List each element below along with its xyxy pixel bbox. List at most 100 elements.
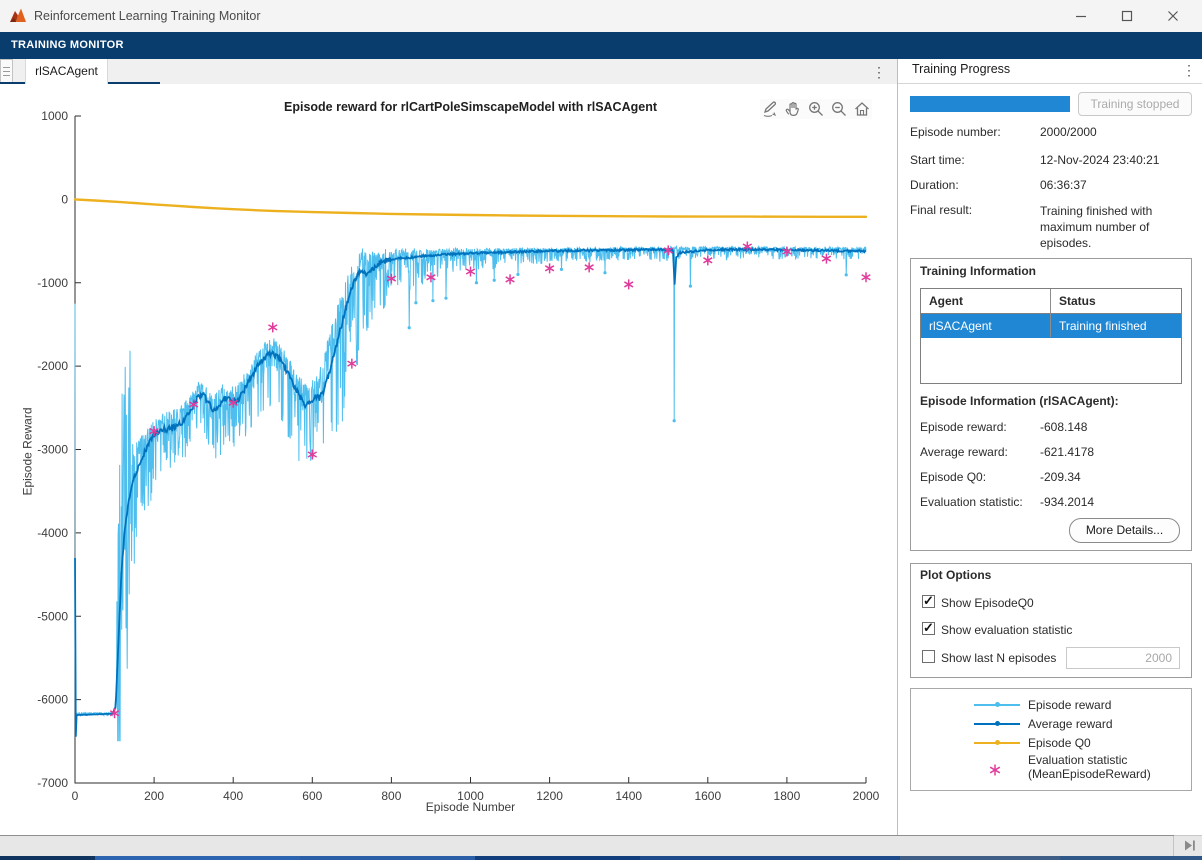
column-header-agent: Agent — [929, 289, 963, 313]
x-axis-label: Episode Number — [75, 800, 866, 814]
last-n-episodes-input[interactable] — [1066, 647, 1180, 669]
evaluation-statistic-marker — [703, 255, 712, 265]
minimize-button[interactable] — [1058, 0, 1104, 32]
checkbox-label: Show EpisodeQ0 — [941, 596, 1034, 610]
statusbar-divider — [1173, 836, 1174, 856]
maximize-icon — [1121, 10, 1133, 22]
episode-reward-marker — [475, 281, 478, 284]
field-label: Episode Q0: — [920, 470, 986, 484]
episode-reward-marker — [603, 271, 606, 274]
episode-reward-marker — [444, 297, 447, 300]
expand-statusbar-icon[interactable] — [1183, 839, 1197, 852]
checkbox-2[interactable] — [922, 650, 935, 663]
evaluation-statistic-marker — [506, 274, 515, 284]
close-button[interactable] — [1150, 0, 1196, 32]
evaluation-statistic-asterisk-icon — [987, 762, 1003, 778]
evaluation-statistic-marker — [268, 322, 277, 332]
window-titlebar: Reinforcement Learning Training Monitor — [0, 0, 1202, 33]
evaluation-statistic-marker — [308, 450, 317, 460]
episode-q0-line — [75, 199, 866, 216]
evaluation-statistic-marker — [427, 272, 436, 282]
matlab-logo-icon — [9, 7, 27, 25]
average-reward-line — [75, 249, 866, 737]
field-value: -608.148 — [1040, 420, 1087, 434]
panel-divider[interactable] — [897, 59, 898, 856]
legend-label: Episode Q0 — [1028, 736, 1091, 750]
statusbar — [0, 836, 1202, 856]
zoom-in-icon[interactable] — [806, 99, 826, 119]
taskbar-sliver — [0, 856, 1202, 860]
y-tick-label: -1000 — [37, 276, 68, 290]
field-label: Episode number: — [910, 125, 1001, 139]
episode-reward-marker — [689, 284, 692, 287]
episode-reward-marker — [516, 273, 519, 276]
field-label: Duration: — [910, 178, 959, 192]
panel-overflow-menu-icon[interactable]: ⋮ — [1180, 62, 1198, 82]
export-icon[interactable] — [760, 99, 780, 119]
checkbox-1[interactable] — [922, 622, 935, 635]
y-tick-label: 0 — [61, 192, 68, 206]
episode-reward-legend-swatch — [974, 698, 1020, 712]
checkbox-label: Show evaluation statistic — [941, 623, 1072, 637]
window-title: Reinforcement Learning Training Monitor — [34, 0, 261, 32]
episode-reward-marker — [673, 419, 676, 422]
panel-title: Training Progress — [912, 62, 1010, 76]
training-progress-fill — [910, 96, 1070, 112]
evaluation-statistic-marker — [624, 279, 633, 289]
toolstrip: TRAINING MONITOR — [0, 32, 1202, 59]
average-reward-legend-swatch — [974, 717, 1020, 731]
training-plot: 0200400600800100012001400160018002000100… — [0, 84, 897, 835]
axes-toolbar — [760, 99, 872, 119]
cell-status: Training finished — [1059, 314, 1147, 338]
evaluation-statistic-marker — [585, 262, 594, 272]
episode-reward-marker — [431, 299, 434, 302]
cell-agent: rlSACAgent — [929, 314, 992, 338]
training-information-title: Training Information — [920, 264, 1036, 278]
episode-reward-marker — [414, 301, 417, 304]
y-tick-label: -3000 — [37, 443, 68, 457]
figure-document: 0200400600800100012001400160018002000100… — [0, 84, 897, 835]
legend-label-line2: (MeanEpisodeReward) — [1028, 767, 1151, 781]
pan-hand-icon[interactable] — [783, 99, 803, 119]
rl-training-monitor-window: Reinforcement Learning Training Monitor … — [0, 0, 1202, 860]
y-tick-label: -6000 — [37, 693, 68, 707]
table-column-divider — [1050, 289, 1051, 337]
zoom-out-icon[interactable] — [829, 99, 849, 119]
plot-options-title: Plot Options — [920, 568, 991, 582]
legend-label: Average reward — [1028, 717, 1113, 731]
restore-view-home-icon[interactable] — [852, 99, 872, 119]
field-value: -621.4178 — [1040, 445, 1094, 459]
field-label: Average reward: — [920, 445, 1008, 459]
evaluation-statistic-marker — [545, 263, 554, 273]
tab-grip-handle[interactable] — [0, 59, 13, 83]
legend-label: Evaluation statistic — [1028, 753, 1127, 767]
field-label: Episode reward: — [920, 420, 1007, 434]
y-tick-label: 1000 — [41, 109, 68, 123]
training-stopped-button[interactable]: Training stopped — [1078, 92, 1192, 116]
y-tick-label: -4000 — [37, 526, 68, 540]
field-label: Evaluation statistic: — [920, 495, 1023, 509]
episode-reward-marker — [408, 326, 411, 329]
episode-reward-marker — [560, 268, 563, 271]
y-axis-label: Episode Reward — [21, 387, 36, 517]
field-label: Start time: — [910, 153, 965, 167]
episode-reward-marker — [493, 279, 496, 282]
legend-label: Episode reward — [1028, 698, 1111, 712]
toolstrip-tab-training-monitor[interactable]: TRAINING MONITOR — [11, 32, 124, 59]
evaluation-statistic-marker — [822, 254, 831, 264]
more-details-button[interactable]: More Details... — [1069, 518, 1180, 543]
column-header-status: Status — [1059, 289, 1096, 313]
y-tick-label: -2000 — [37, 359, 68, 373]
tab-rlsacagent[interactable]: rlSACAgent — [25, 59, 108, 84]
episode-reward-line — [75, 247, 866, 742]
evaluation-statistic-marker — [348, 359, 357, 369]
evaluation-statistic-marker — [862, 272, 871, 282]
checkbox-label: Show last N episodes — [941, 651, 1056, 665]
maximize-button[interactable] — [1104, 0, 1150, 32]
field-value: 12-Nov-2024 23:40:21 — [1040, 153, 1159, 167]
checkbox-0[interactable] — [922, 595, 935, 608]
tab-overflow-menu-icon[interactable]: ⋮ — [869, 62, 889, 82]
field-value: 2000/2000 — [1040, 125, 1097, 139]
y-tick-label: -5000 — [37, 609, 68, 623]
table-row-rlsacagent[interactable]: rlSACAgent Training finished — [921, 314, 1181, 338]
